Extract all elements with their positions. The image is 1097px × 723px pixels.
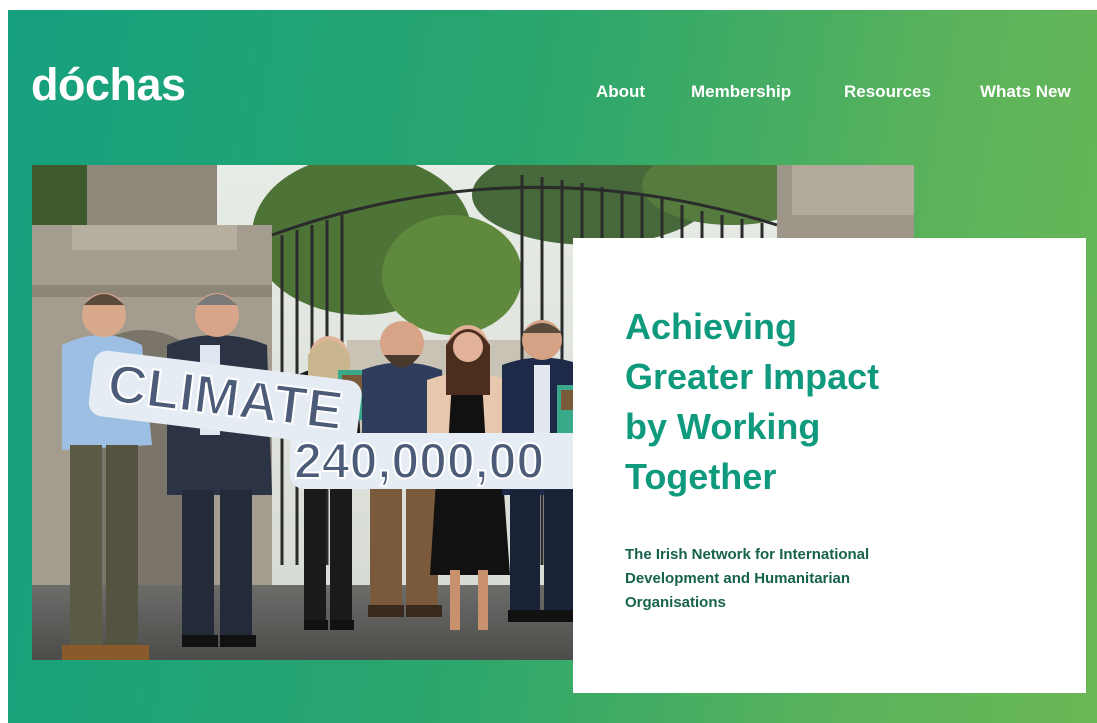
nav-item-about[interactable]: About — [596, 82, 645, 102]
main-nav: About Membership Resources Whats New — [8, 82, 1097, 102]
hero-title-line: Together — [625, 456, 777, 497]
number-sign: 240,000,00 — [290, 432, 590, 490]
nav-item-resources[interactable]: Resources — [844, 82, 931, 102]
hero-title-line: Achieving — [625, 306, 798, 347]
hero-card: Achieving Greater Impact by Working Toge… — [573, 238, 1086, 693]
nav-item-whats-new[interactable]: Whats New — [980, 82, 1071, 102]
hero-subtitle-line: Development and Humanitarian — [625, 570, 851, 587]
hero-subtitle: The Irish Network for International Deve… — [625, 543, 965, 615]
hero-title-line: by Working — [625, 406, 821, 447]
number-sign-text: 240,000,00 — [294, 433, 544, 489]
hero-subtitle-line: Organisations — [625, 594, 726, 611]
hero-subtitle-line: The Irish Network for International — [625, 546, 870, 563]
hero-title: Achieving Greater Impact by Working Toge… — [625, 302, 1045, 502]
nav-item-membership[interactable]: Membership — [691, 82, 791, 102]
page: dóchas About Membership Resources Whats … — [8, 10, 1097, 723]
hero-title-line: Greater Impact — [625, 356, 880, 397]
